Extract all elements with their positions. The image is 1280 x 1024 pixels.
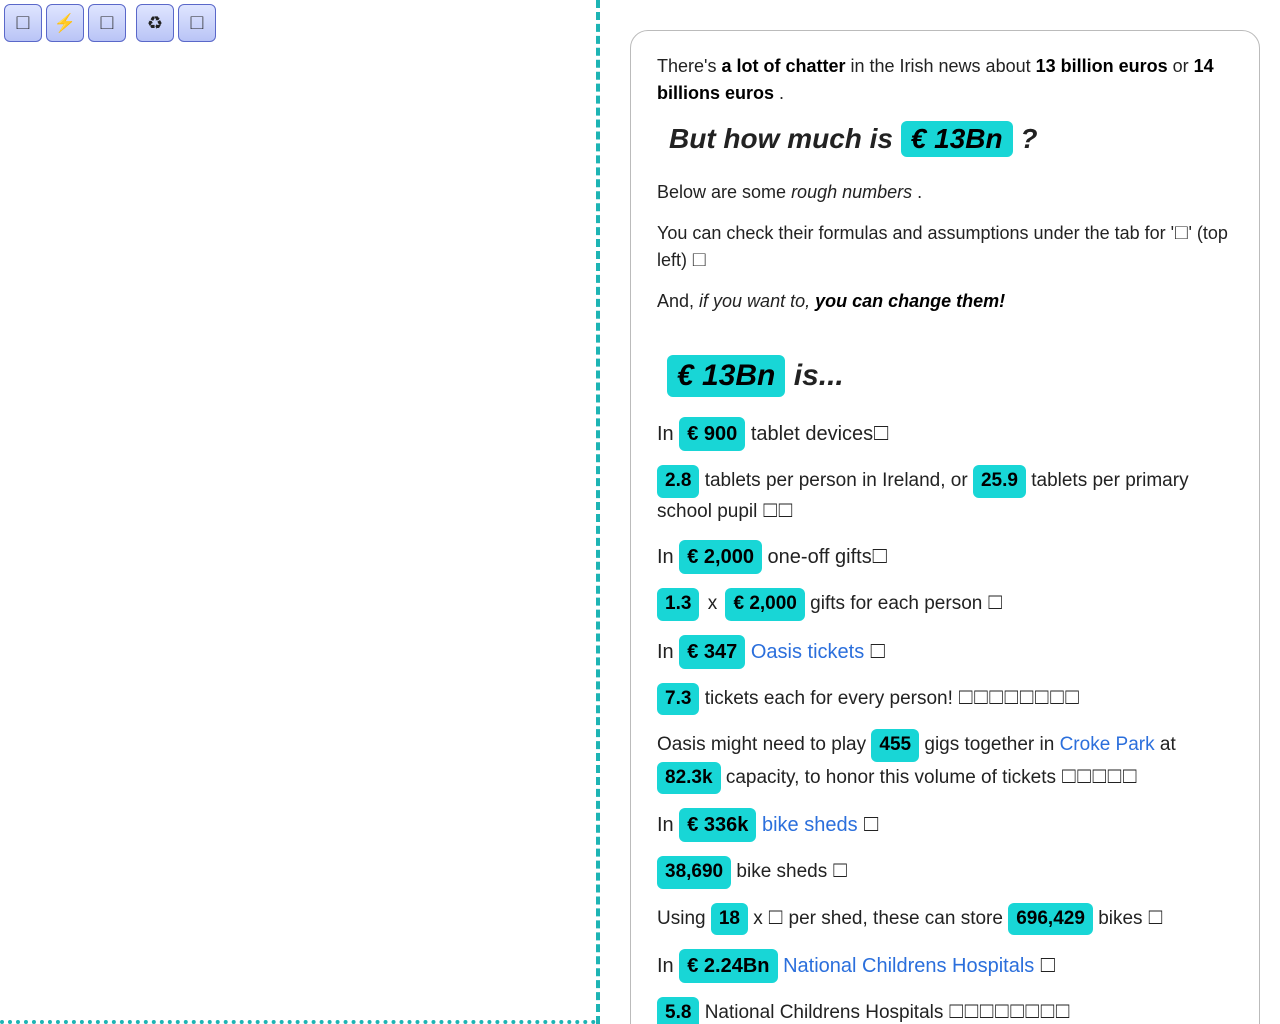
text: Below are some <box>657 182 791 202</box>
croke-park-link[interactable]: Croke Park <box>1060 734 1155 755</box>
headline-amount: € 13Bn <box>901 121 1013 157</box>
item-bike-sub2: Using 18 x 🞎 per shed, these can store 6… <box>657 903 1233 936</box>
right-pane[interactable]: There's a lot of chatter in the Irish ne… <box>600 0 1280 1024</box>
check-paragraph: You can check their formulas and assumpt… <box>657 220 1233 274</box>
item-hospital-head: In € 2.24Bn National Childrens Hospitals… <box>657 949 1233 983</box>
and-paragraph: And, if you want to, you can change them… <box>657 288 1233 315</box>
article-wrap: There's a lot of chatter in the Irish ne… <box>600 0 1280 1024</box>
text: But how much is <box>669 123 901 154</box>
below-paragraph: Below are some rough numbers . <box>657 179 1233 206</box>
text: capacity, to honor this volume of ticket… <box>726 767 1137 788</box>
text: ? <box>1020 123 1037 154</box>
text: In <box>657 955 679 977</box>
text: if you want to, <box>699 291 810 311</box>
childrens-hospital-link[interactable]: National Childrens Hospitals <box>783 955 1034 977</box>
toolbar-button-4-recycle-icon[interactable]: ♻ <box>136 4 174 42</box>
text: bikes 🞎 <box>1098 908 1163 929</box>
text: tablets per person in Ireland, or <box>705 470 973 491</box>
text: gigs together in <box>924 734 1059 755</box>
text: x <box>708 593 723 614</box>
text: In <box>657 423 679 445</box>
value: 455 <box>871 729 919 762</box>
text: In <box>657 546 679 568</box>
left-pane: 🞎 ⚡ 🞎 ♻ 🞎 <box>0 0 600 1024</box>
text: National Childrens Hospitals 🞎🞎🞎🞎🞎🞎🞎🞎 <box>705 1002 1071 1023</box>
item-hospital-price: € 2.24Bn <box>679 949 777 983</box>
text: tickets each for every person! 🞎🞎🞎🞎🞎🞎🞎🞎 <box>705 688 1080 709</box>
text: you can change them! <box>815 291 1005 311</box>
text: Using <box>657 908 711 929</box>
item-oasis-sub2: Oasis might need to play 455 gigs togeth… <box>657 729 1233 794</box>
text: in the Irish news about <box>851 56 1036 76</box>
item-gift-sub: 1.3 x € 2,000 gifts for each person 🞎 <box>657 588 1233 621</box>
text: 🞎 <box>863 814 879 836</box>
text: at <box>1160 734 1176 755</box>
value: 696,429 <box>1008 903 1093 936</box>
section-amount: € 13Bn <box>667 355 785 397</box>
value: 1.3 <box>657 588 699 621</box>
text: You can check their formulas and assumpt… <box>657 223 1228 270</box>
text: tablet devices🞎 <box>751 423 889 445</box>
value: 5.8 <box>657 997 699 1024</box>
text: bike sheds 🞎 <box>736 861 847 882</box>
item-oasis-sub1: 7.3 tickets each for every person! 🞎🞎🞎🞎🞎… <box>657 683 1233 716</box>
text: . <box>917 182 922 202</box>
text: one-off gifts🞎 <box>768 546 888 568</box>
value: 38,690 <box>657 856 731 889</box>
text: 🞎 <box>1040 955 1056 977</box>
value: 18 <box>711 903 748 936</box>
chatter-link[interactable]: a lot of chatter <box>721 56 845 76</box>
value: 7.3 <box>657 683 699 716</box>
toolbar-button-3[interactable]: 🞎 <box>88 4 126 42</box>
item-hospital-sub: 5.8 National Childrens Hospitals 🞎🞎🞎🞎🞎🞎🞎… <box>657 997 1233 1024</box>
amount-13bn: 13 billion euros <box>1036 56 1168 76</box>
oasis-tickets-link[interactable]: Oasis tickets <box>751 641 864 663</box>
item-tablet-head: In € 900 tablet devices🞎 <box>657 417 1233 451</box>
text: is... <box>794 359 844 392</box>
item-bike-head: In € 336k bike sheds 🞎 <box>657 808 1233 842</box>
item-oasis-head: In € 347 Oasis tickets 🞎 <box>657 635 1233 669</box>
item-bike-sub1: 38,690 bike sheds 🞎 <box>657 856 1233 889</box>
text: There's <box>657 56 721 76</box>
text: In <box>657 814 679 836</box>
text: . <box>779 83 784 103</box>
text: or <box>1173 56 1194 76</box>
text: rough numbers <box>791 182 912 202</box>
app-root: 🞎 ⚡ 🞎 ♻ 🞎 There's a lot of chatter in th… <box>0 0 1280 1024</box>
item-gift-price: € 2,000 <box>679 540 762 574</box>
toolbar: 🞎 ⚡ 🞎 ♻ 🞎 <box>0 0 596 46</box>
headline-question: But how much is € 13Bn ? <box>669 121 1233 157</box>
text: And, <box>657 291 699 311</box>
item-tablet-sub: 2.8 tablets per person in Ireland, or 25… <box>657 465 1233 526</box>
item-oasis-price: € 347 <box>679 635 745 669</box>
toolbar-button-2-lightning-icon[interactable]: ⚡ <box>46 4 84 42</box>
section-heading: € 13Bn is... <box>667 355 1233 397</box>
item-tablet-price: € 900 <box>679 417 745 451</box>
text: 🞎 <box>870 641 886 663</box>
text: In <box>657 641 679 663</box>
value: 2.8 <box>657 465 699 498</box>
article-card: There's a lot of chatter in the Irish ne… <box>630 30 1260 1024</box>
value: € 2,000 <box>725 588 804 621</box>
item-bike-price: € 336k <box>679 808 756 842</box>
item-gift-head: In € 2,000 one-off gifts🞎 <box>657 540 1233 574</box>
text: Oasis might need to play <box>657 734 871 755</box>
text: x 🞎 per shed, these can store <box>753 908 1008 929</box>
toolbar-button-1[interactable]: 🞎 <box>4 4 42 42</box>
value: 25.9 <box>973 465 1026 498</box>
text: gifts for each person 🞎 <box>810 593 1003 614</box>
bike-sheds-link[interactable]: bike sheds <box>762 814 858 836</box>
value: 82.3k <box>657 762 721 795</box>
intro-paragraph: There's a lot of chatter in the Irish ne… <box>657 53 1233 107</box>
toolbar-button-5[interactable]: 🞎 <box>178 4 216 42</box>
